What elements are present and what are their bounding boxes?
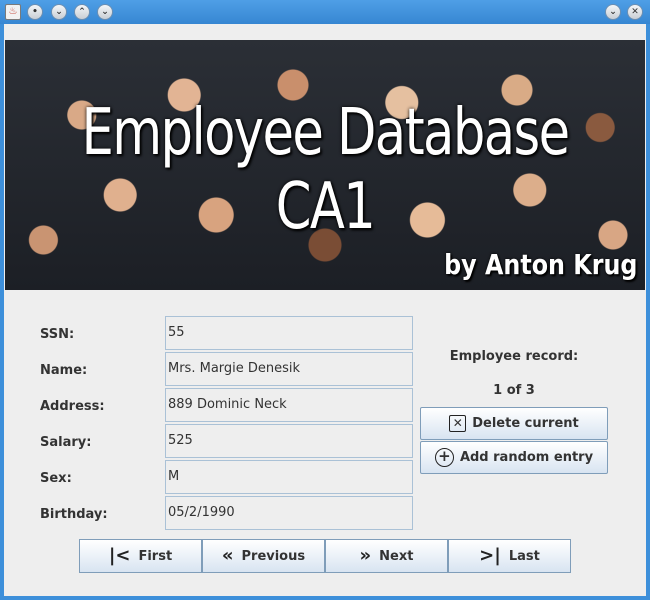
first-label: First (138, 548, 173, 564)
keep-below-button[interactable]: ⌄ (97, 4, 113, 20)
banner-image: Employee Database CA1 by Anton Krug (5, 40, 645, 290)
next-button[interactable]: » Next (325, 539, 448, 573)
ssn-field[interactable]: 55 (165, 316, 413, 350)
address-label: Address: (40, 399, 105, 414)
last-label: Last (508, 548, 540, 564)
sex-field[interactable]: M (165, 460, 413, 494)
delete-current-button[interactable]: ✕ Delete current (420, 407, 608, 440)
minimize-button[interactable]: ⌄ (605, 4, 621, 20)
birthday-field[interactable]: 05/2/1990 (165, 496, 413, 530)
plus-circle-icon: + (434, 448, 454, 467)
salary-field[interactable]: 525 (165, 424, 413, 458)
double-chevron-left-icon: « (221, 545, 234, 566)
sex-label: Sex: (40, 471, 72, 486)
address-field[interactable]: 889 Dominic Neck (165, 388, 413, 422)
window-menu-button[interactable]: • (27, 4, 43, 20)
skip-last-icon: >| (479, 545, 501, 566)
banner-title: Employee Database (81, 96, 571, 170)
app-window: ♨ • ⌄ ⌃ ⌄ ⌄ ✕ Employee Database CA1 by A… (0, 0, 650, 600)
next-label: Next (379, 548, 414, 564)
birthday-label: Birthday: (40, 507, 108, 522)
close-button[interactable]: ✕ (627, 4, 643, 20)
main-panel: Employee Database CA1 by Anton Krug SSN:… (4, 24, 646, 596)
keep-above-button[interactable]: ⌃ (74, 4, 90, 20)
previous-button[interactable]: « Previous (202, 539, 325, 573)
title-bar: ♨ • ⌄ ⌃ ⌄ ⌄ ✕ (0, 0, 650, 24)
record-label: Employee record: (449, 349, 579, 364)
skip-first-icon: |< (108, 545, 131, 566)
delete-current-label: Delete current (472, 416, 579, 431)
ssn-label: SSN: (40, 327, 75, 342)
banner-subtitle: CA1 (275, 170, 376, 244)
close-box-icon: ✕ (449, 415, 467, 432)
java-app-icon[interactable]: ♨ (5, 4, 21, 20)
shade-button[interactable]: ⌄ (51, 4, 67, 20)
add-random-entry-button[interactable]: + Add random entry (420, 441, 608, 474)
salary-label: Salary: (40, 435, 92, 450)
banner-byline: by Anton Krug (443, 248, 637, 281)
name-label: Name: (40, 363, 88, 378)
record-position: 1 of 3 (493, 383, 535, 398)
name-field[interactable]: Mrs. Margie Denesik (165, 352, 413, 386)
double-chevron-right-icon: » (359, 545, 372, 566)
previous-label: Previous (241, 548, 306, 564)
last-button[interactable]: >| Last (448, 539, 571, 573)
add-random-entry-label: Add random entry (459, 450, 594, 465)
first-button[interactable]: |< First (79, 539, 202, 573)
